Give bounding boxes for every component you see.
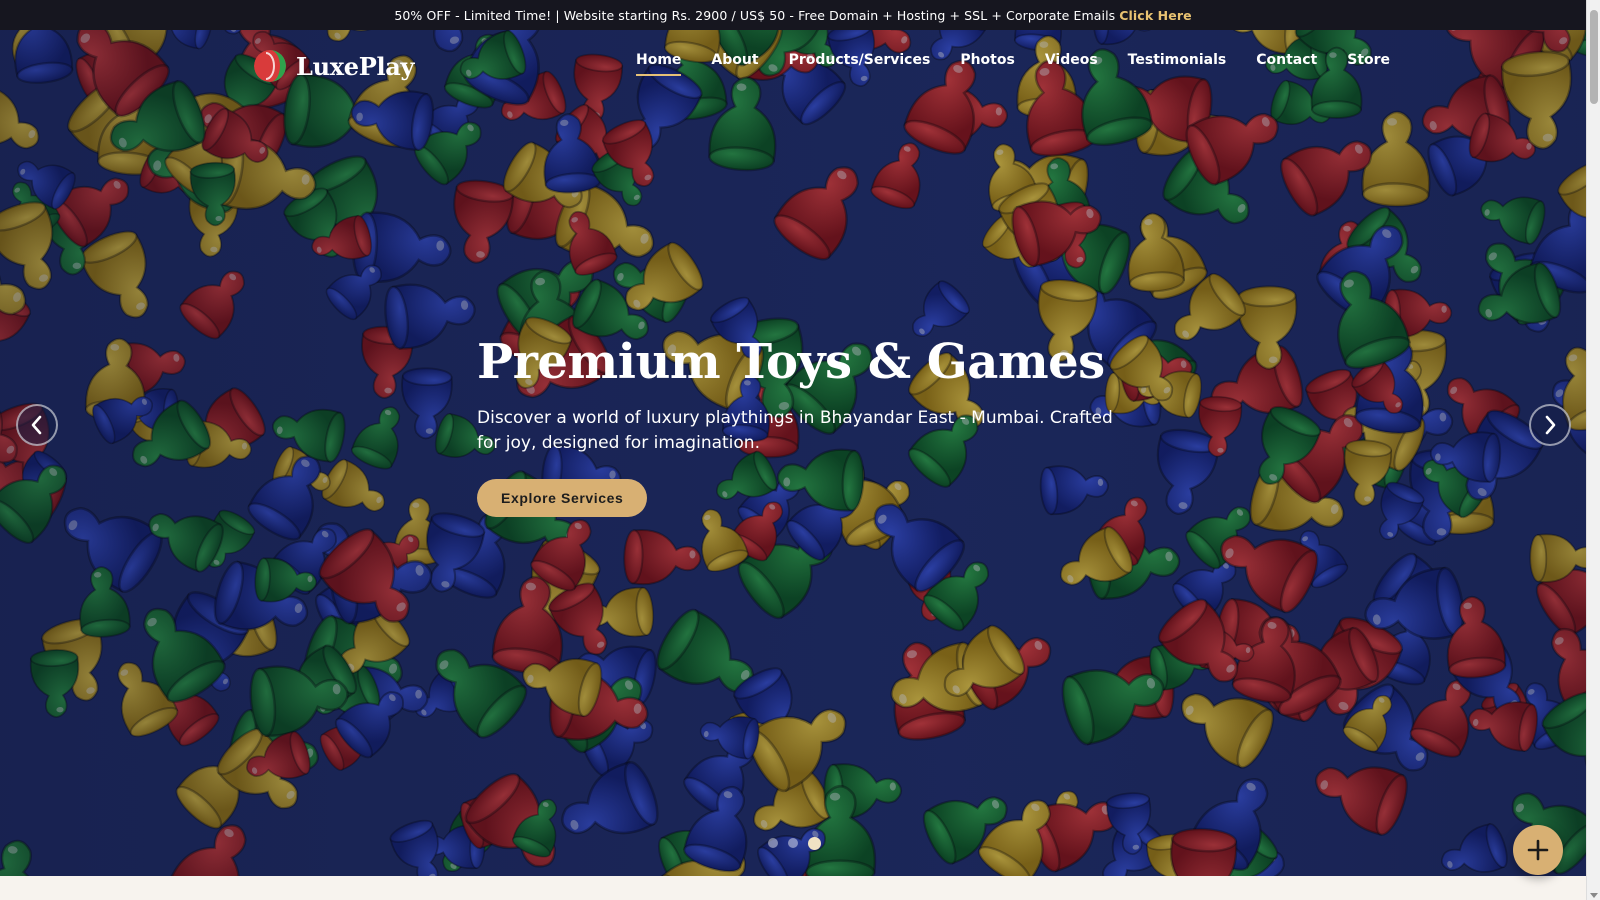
scroll-down-icon[interactable] xyxy=(1590,893,1598,898)
hero-content: Premium Toys & Games Discover a world of… xyxy=(477,332,1117,517)
hero-title: Premium Toys & Games xyxy=(477,334,1105,390)
chevron-left-icon xyxy=(31,415,42,435)
main-nav: Home About Products/Services Photos Vide… xyxy=(636,52,1390,76)
nav-item-videos[interactable]: Videos xyxy=(1045,52,1098,76)
announcement-bar: 50% OFF - Limited Time! | Website starti… xyxy=(0,0,1586,30)
nav-item-testimonials[interactable]: Testimonials xyxy=(1128,52,1227,76)
scrollbar-thumb[interactable] xyxy=(1590,10,1598,104)
site-header: LuxePlay Home About Products/Services Ph… xyxy=(0,30,1586,102)
hero-subtitle: Discover a world of luxury playthings in… xyxy=(477,408,1113,453)
nav-item-products-services[interactable]: Products/Services xyxy=(789,52,931,76)
floating-action-button[interactable] xyxy=(1513,825,1563,875)
nav-item-about[interactable]: About xyxy=(711,52,758,76)
slider-next-button[interactable] xyxy=(1529,404,1571,446)
nav-item-store[interactable]: Store xyxy=(1347,52,1390,76)
page-scrollbar[interactable] xyxy=(1586,0,1600,900)
announcement-cta-link[interactable]: Click Here xyxy=(1119,8,1191,23)
slider-dot-2[interactable] xyxy=(788,838,798,848)
logo-icon xyxy=(254,50,286,82)
plus-icon xyxy=(1527,839,1549,861)
announcement-text: 50% OFF - Limited Time! | Website starti… xyxy=(394,7,1116,23)
slider-prev-button[interactable] xyxy=(16,404,58,446)
nav-item-contact[interactable]: Contact xyxy=(1256,52,1317,76)
nav-item-home[interactable]: Home xyxy=(636,52,682,76)
explore-services-button[interactable]: Explore Services xyxy=(477,479,648,517)
brand-logo[interactable]: LuxePlay xyxy=(254,50,414,82)
slider-dot-1[interactable] xyxy=(768,838,778,848)
slider-dots xyxy=(768,836,821,850)
slider-dot-3[interactable] xyxy=(808,836,821,850)
chevron-right-icon xyxy=(1545,415,1556,435)
brand-name: LuxePlay xyxy=(296,51,415,81)
nav-item-photos[interactable]: Photos xyxy=(960,52,1015,76)
